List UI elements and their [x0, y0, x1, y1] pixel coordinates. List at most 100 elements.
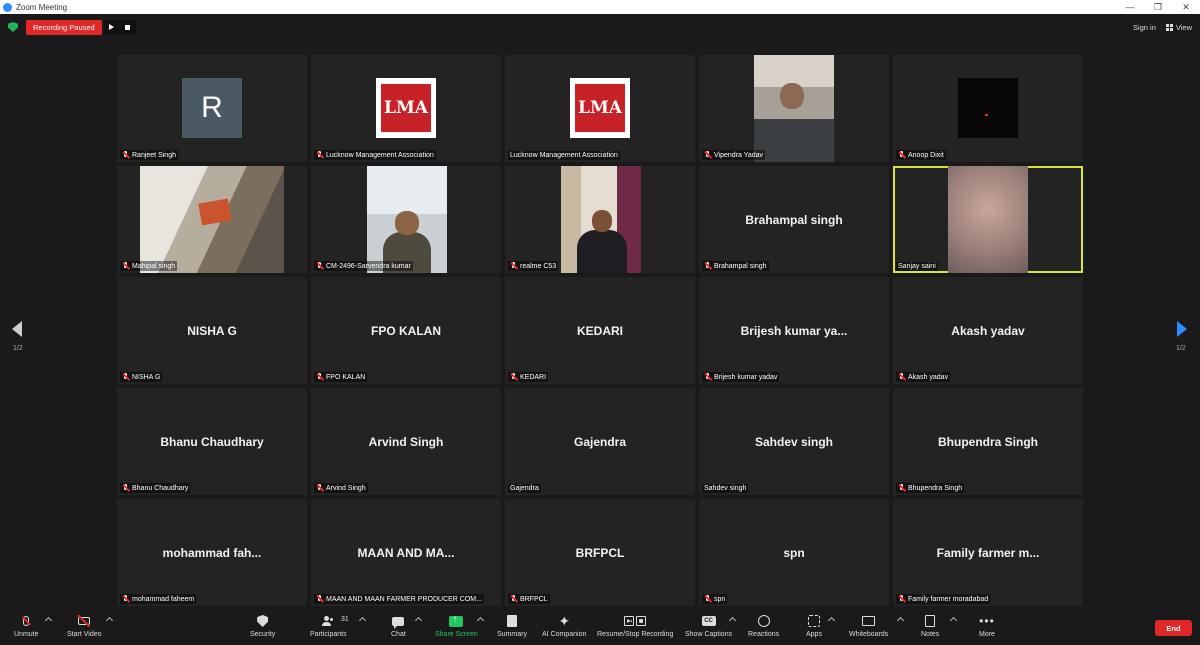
security-label: Security: [250, 631, 276, 638]
participant-tile[interactable]: mohammad fah... mohammad faheem: [117, 499, 307, 606]
participant-name-label: Lucknow Management Association: [508, 151, 620, 160]
participant-display-name: NISHA G: [187, 324, 237, 339]
share-screen-button[interactable]: Share Screen: [435, 614, 478, 639]
apps-button[interactable]: Apps: [806, 614, 822, 638]
lma-logo-image: LMA: [570, 78, 630, 138]
participant-tile[interactable]: KEDARI KEDARI: [505, 277, 695, 384]
participant-tile[interactable]: Mahipal singh: [117, 166, 307, 273]
participant-name-label: BRFPCL: [508, 594, 550, 604]
ai-companion-button[interactable]: ✦ AI Companion: [542, 614, 586, 638]
muted-mic-icon: [704, 151, 712, 159]
participant-tile[interactable]: BRFPCL BRFPCL: [505, 499, 695, 606]
participant-tile[interactable]: Brijesh kumar ya... Brijesh kumar yadav: [699, 277, 889, 384]
participant-video-grid: R Ranjeet Singh LMA Lucknow Management Asso…: [117, 55, 1084, 606]
share-screen-icon: [449, 614, 464, 627]
audio-options-caret-icon[interactable]: [44, 616, 53, 625]
recording-controls-icon: [624, 616, 647, 626]
muted-mic-icon: [122, 151, 130, 159]
chat-label: Chat: [391, 631, 406, 638]
participant-tile[interactable]: spn spn: [699, 499, 889, 606]
show-captions-button[interactable]: CC Show Captions: [685, 614, 732, 638]
zoom-logo-icon: [3, 2, 12, 12]
reactions-button[interactable]: Reactions: [748, 614, 779, 638]
encryption-shield-icon[interactable]: [8, 22, 18, 32]
more-label: More: [979, 631, 995, 638]
unmute-button[interactable]: Unmute: [14, 614, 39, 638]
participant-tile[interactable]: Bhupendra Singh Bhupendra Singh: [893, 388, 1083, 495]
participant-tile[interactable]: realme C53: [505, 166, 695, 273]
participants-label: Participants: [310, 631, 347, 638]
recording-controls: [103, 19, 136, 35]
security-button[interactable]: Security: [250, 614, 275, 638]
participant-tile[interactable]: Family farmer m... Family farmer moradaba…: [893, 499, 1083, 606]
whiteboards-button[interactable]: Whiteboards: [849, 614, 888, 638]
muted-mic-icon: [510, 373, 518, 381]
muted-mic-icon: [316, 151, 324, 159]
restore-button[interactable]: ❐: [1144, 2, 1172, 13]
participant-tile[interactable]: MAAN AND MA... MAAN AND MAAN FARMER PRODU…: [311, 499, 501, 606]
participant-tile[interactable]: Vipendra Yadav: [699, 55, 889, 162]
participant-display-name: Arvind Singh: [368, 435, 444, 450]
page-indicator-right: 1/2: [1176, 345, 1186, 352]
notes-caret-icon[interactable]: [949, 616, 958, 625]
participant-tile[interactable]: R Ranjeet Singh: [117, 55, 307, 162]
more-button[interactable]: ••• More: [979, 614, 995, 638]
participants-icon: [321, 616, 335, 626]
muted-mic-icon: [122, 484, 130, 492]
participant-name-label: Bhupendra Singh: [896, 483, 965, 493]
participant-display-name: KEDARI: [576, 324, 623, 339]
share-options-caret-icon[interactable]: [476, 616, 485, 625]
participant-tile[interactable]: Arvind Singh Arvind Singh: [311, 388, 501, 495]
meeting-toolbar: Unmute Start Video Security Participants…: [0, 606, 1200, 645]
participant-tile[interactable]: Brahampal singh Brahampal singh: [699, 166, 889, 273]
summary-button[interactable]: Summary: [497, 614, 527, 638]
resume-recording-icon[interactable]: [109, 24, 115, 30]
whiteboards-caret-icon[interactable]: [896, 616, 905, 625]
participants-caret-icon[interactable]: [358, 616, 367, 625]
participant-tile[interactable]: Sahdev singh Sahdev singh: [699, 388, 889, 495]
video-options-caret-icon[interactable]: [105, 616, 114, 625]
participant-tile[interactable]: Bhanu Chaudhary Bhanu Chaudhary: [117, 388, 307, 495]
start-video-button[interactable]: Start Video: [67, 614, 102, 638]
apps-icon: [807, 615, 820, 627]
participant-display-name: Sahdev singh: [754, 435, 834, 450]
participant-tile[interactable]: Gajendra Gajendra: [505, 388, 695, 495]
close-button[interactable]: ✕: [1172, 2, 1200, 13]
apps-caret-icon[interactable]: [827, 616, 836, 625]
security-shield-icon: [257, 615, 269, 627]
participant-tile[interactable]: LMA Lucknow Management Association: [311, 55, 501, 162]
participant-tile[interactable]: CM-2496-Sarvendra kumar: [311, 166, 501, 273]
captions-cc-icon: CC: [701, 616, 716, 626]
stop-recording-icon[interactable]: [125, 24, 131, 30]
participant-name: Ranjeet Singh: [132, 151, 176, 159]
muted-mic-icon: [898, 595, 906, 603]
previous-page-arrow-icon[interactable]: [12, 321, 22, 337]
chat-caret-icon[interactable]: [414, 616, 423, 625]
end-meeting-button[interactable]: End: [1155, 620, 1192, 636]
participant-display-name: BRFPCL: [575, 546, 625, 561]
muted-mic-icon: [316, 595, 324, 603]
participant-video: [948, 166, 1028, 273]
participant-name: spn: [714, 595, 726, 603]
notes-icon: [925, 615, 936, 627]
chat-button[interactable]: Chat: [391, 614, 406, 638]
view-button[interactable]: View: [1165, 23, 1192, 32]
participant-name-label: Anoop Dixit: [896, 150, 946, 160]
participant-tile[interactable]: NISHA G NISHA G: [117, 277, 307, 384]
participant-tile[interactable]: FPO KALAN FPO KALAN: [311, 277, 501, 384]
notes-button[interactable]: Notes: [921, 614, 939, 638]
resume-stop-recording-button[interactable]: Resume/Stop Recording: [597, 614, 673, 638]
minimize-button[interactable]: —: [1116, 2, 1144, 12]
participant-name-label: Brijesh kumar yadav: [702, 372, 780, 382]
participant-tile[interactable]: Sanjay saini: [893, 166, 1083, 273]
participant-tile[interactable]: LMA Lucknow Management Association: [505, 55, 695, 162]
participant-name-label: spn: [702, 594, 728, 604]
sign-in-button[interactable]: Sign in: [1133, 23, 1156, 32]
participant-name-label: NISHA G: [120, 372, 163, 382]
lma-logo-image: LMA: [376, 78, 436, 138]
participant-tile[interactable]: Akash yadav Akash yadav: [893, 277, 1083, 384]
participant-name: Brijesh kumar yadav: [714, 373, 778, 381]
next-page-arrow-icon[interactable]: [1177, 321, 1187, 337]
window-title: Zoom Meeting: [16, 2, 68, 12]
participant-tile[interactable]: Anoop Dixit: [893, 55, 1083, 162]
